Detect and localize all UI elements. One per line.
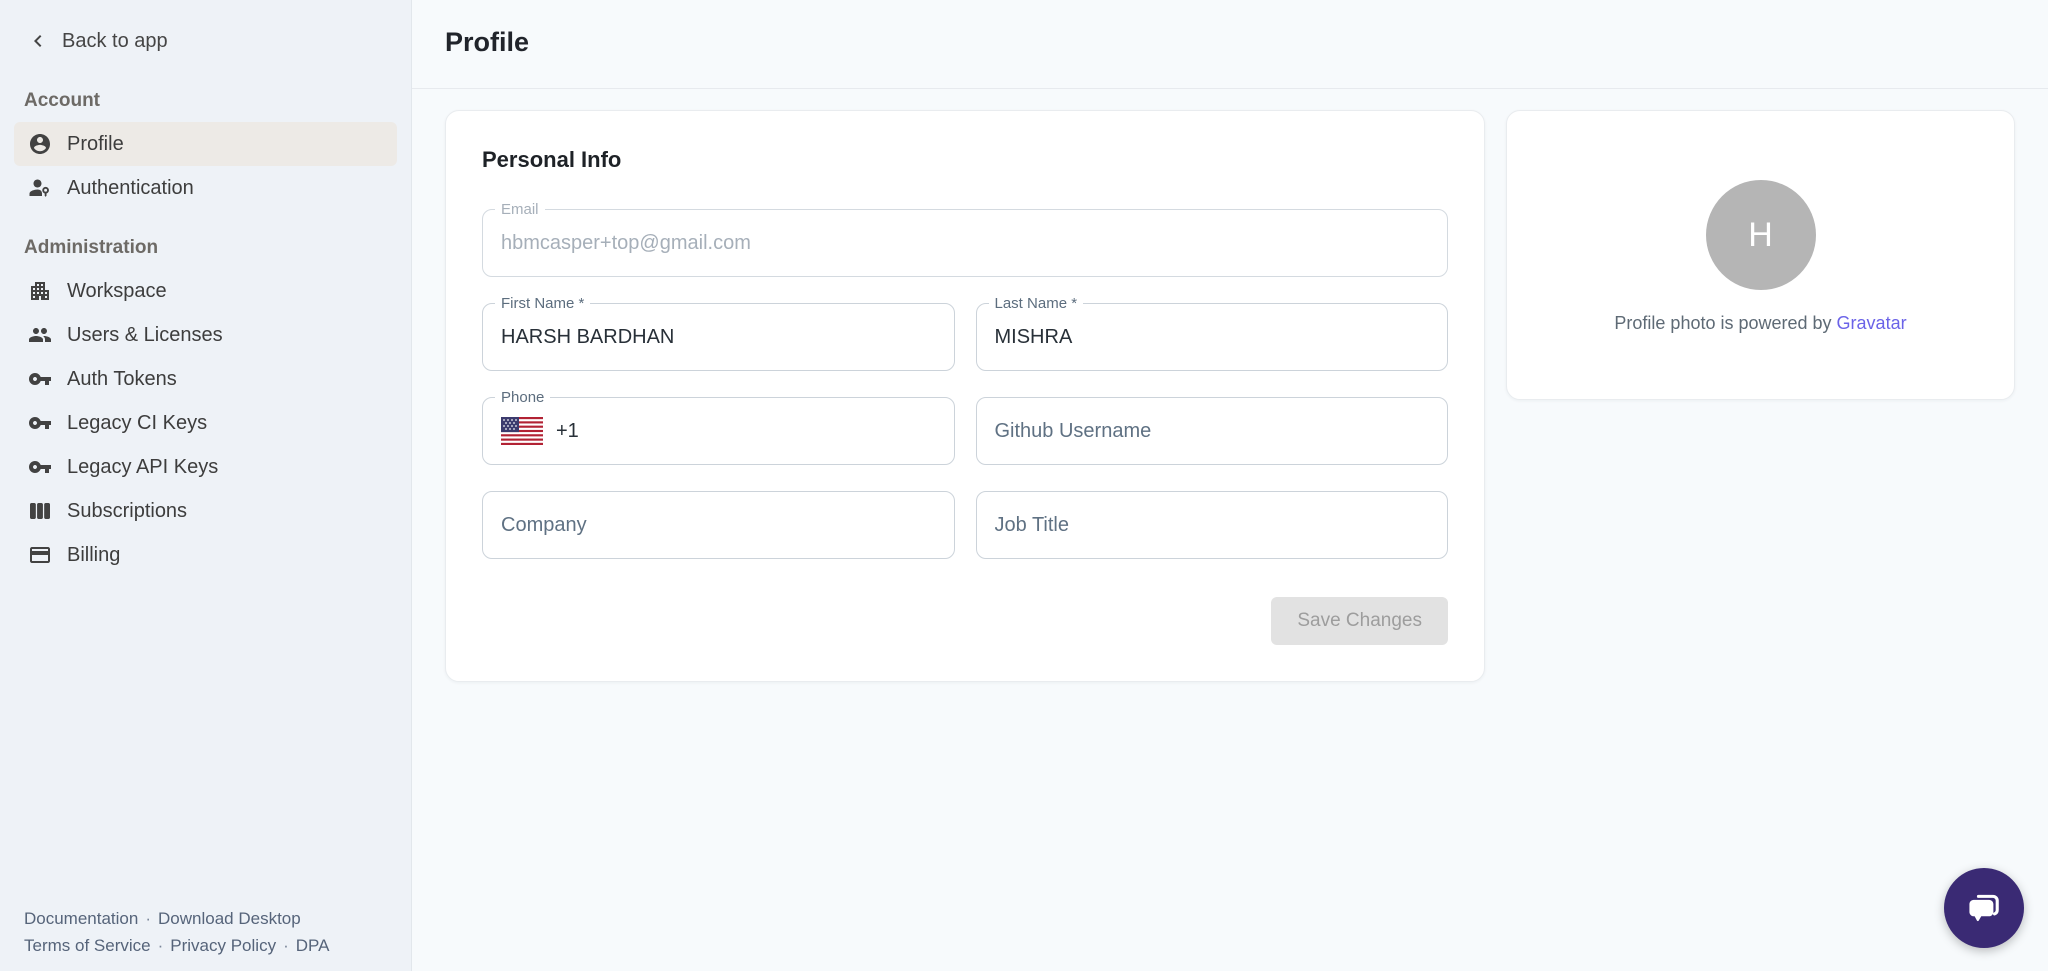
page-header: Profile bbox=[412, 0, 2048, 89]
email-input[interactable] bbox=[501, 232, 1429, 255]
chevron-left-icon bbox=[26, 29, 50, 53]
personal-info-card: Personal Info Email First Name * Last Na… bbox=[445, 110, 1485, 682]
sidebar-item-label: Workspace bbox=[67, 280, 167, 303]
account-nav: Profile Authentication bbox=[0, 122, 411, 210]
sidebar-item-authentication[interactable]: Authentication bbox=[14, 166, 397, 210]
section-title-administration: Administration bbox=[24, 237, 411, 259]
sidebar-item-users-licenses[interactable]: Users & Licenses bbox=[14, 313, 397, 357]
chat-bubbles-icon bbox=[1963, 887, 2005, 929]
sidebar-footer: Documentation · Download Desktop Terms of … bbox=[24, 906, 329, 959]
content-area: Personal Info Email First Name * Last Na… bbox=[412, 89, 2048, 682]
back-to-app-label: Back to app bbox=[62, 30, 168, 53]
phone-field: Phone bbox=[482, 397, 955, 465]
profile-photo-card: H Profile photo is powered by Gravatar bbox=[1506, 110, 2015, 400]
first-name-field: First Name * bbox=[482, 303, 955, 371]
person-key-icon bbox=[28, 176, 52, 200]
account-circle-icon bbox=[28, 132, 52, 156]
job-title-input[interactable] bbox=[995, 514, 1430, 537]
personal-info-form: Email First Name * Last Name * Phone bbox=[482, 209, 1448, 559]
sidebar-item-profile[interactable]: Profile bbox=[14, 122, 397, 166]
sidebar-item-label: Authentication bbox=[67, 177, 194, 200]
sidebar: Back to app Account Profile Authenticati… bbox=[0, 0, 412, 971]
people-group-icon bbox=[28, 323, 52, 347]
back-to-app-button[interactable]: Back to app bbox=[0, 25, 411, 57]
sidebar-item-auth-tokens[interactable]: Auth Tokens bbox=[14, 357, 397, 401]
sidebar-item-legacy-api-keys[interactable]: Legacy API Keys bbox=[14, 445, 397, 489]
key-icon bbox=[28, 411, 52, 435]
avatar-initial: H bbox=[1748, 216, 1773, 255]
building-icon bbox=[28, 279, 52, 303]
sidebar-item-workspace[interactable]: Workspace bbox=[14, 269, 397, 313]
footer-link-privacy[interactable]: Privacy Policy bbox=[170, 936, 276, 955]
github-username-field bbox=[976, 397, 1449, 465]
key-icon bbox=[28, 455, 52, 479]
footer-link-download-desktop[interactable]: Download Desktop bbox=[158, 909, 301, 928]
company-input[interactable] bbox=[501, 514, 936, 537]
us-flag-icon[interactable] bbox=[501, 417, 543, 445]
email-label: Email bbox=[495, 200, 545, 219]
sidebar-item-label: Profile bbox=[67, 133, 124, 156]
company-field bbox=[482, 491, 955, 559]
footer-link-documentation[interactable]: Documentation bbox=[24, 909, 138, 928]
first-name-input[interactable] bbox=[501, 326, 936, 349]
chat-launcher-button[interactable] bbox=[1944, 868, 2024, 948]
form-actions: Save Changes bbox=[482, 597, 1448, 645]
email-field: Email bbox=[482, 209, 1448, 277]
github-username-input[interactable] bbox=[995, 420, 1430, 443]
last-name-label: Last Name * bbox=[989, 294, 1084, 313]
section-title-account: Account bbox=[24, 90, 411, 112]
columns-icon bbox=[28, 499, 52, 523]
page-title: Profile bbox=[445, 27, 2048, 58]
sidebar-item-label: Subscriptions bbox=[67, 500, 187, 523]
avatar: H bbox=[1706, 180, 1816, 290]
footer-separator: · bbox=[158, 936, 164, 955]
photo-caption-text: Profile photo is powered by bbox=[1614, 313, 1831, 333]
save-changes-button[interactable]: Save Changes bbox=[1271, 597, 1448, 645]
personal-info-title: Personal Info bbox=[482, 147, 1448, 173]
app-window: Back to app Account Profile Authenticati… bbox=[0, 0, 2048, 971]
key-icon bbox=[28, 367, 52, 391]
sidebar-item-billing[interactable]: Billing bbox=[14, 533, 397, 577]
sidebar-item-label: Legacy API Keys bbox=[67, 456, 218, 479]
first-name-label: First Name * bbox=[495, 294, 590, 313]
footer-separator: · bbox=[283, 936, 289, 955]
administration-nav: Workspace Users & Licenses Auth Tokens L… bbox=[0, 269, 411, 577]
footer-link-dpa[interactable]: DPA bbox=[296, 936, 330, 955]
phone-label: Phone bbox=[495, 388, 550, 407]
sidebar-item-legacy-ci-keys[interactable]: Legacy CI Keys bbox=[14, 401, 397, 445]
gravatar-link[interactable]: Gravatar bbox=[1837, 313, 1907, 333]
sidebar-item-label: Users & Licenses bbox=[67, 324, 223, 347]
main-area: Profile Personal Info Email First Name *… bbox=[412, 0, 2048, 971]
sidebar-item-subscriptions[interactable]: Subscriptions bbox=[14, 489, 397, 533]
sidebar-item-label: Legacy CI Keys bbox=[67, 412, 207, 435]
credit-card-icon bbox=[28, 543, 52, 567]
last-name-field: Last Name * bbox=[976, 303, 1449, 371]
sidebar-item-label: Billing bbox=[67, 544, 120, 567]
phone-input[interactable] bbox=[556, 420, 636, 443]
footer-separator: · bbox=[145, 909, 151, 928]
job-title-field bbox=[976, 491, 1449, 559]
last-name-input[interactable] bbox=[995, 326, 1430, 349]
footer-link-terms[interactable]: Terms of Service bbox=[24, 936, 151, 955]
photo-caption: Profile photo is powered by Gravatar bbox=[1614, 313, 1906, 334]
sidebar-item-label: Auth Tokens bbox=[67, 368, 177, 391]
